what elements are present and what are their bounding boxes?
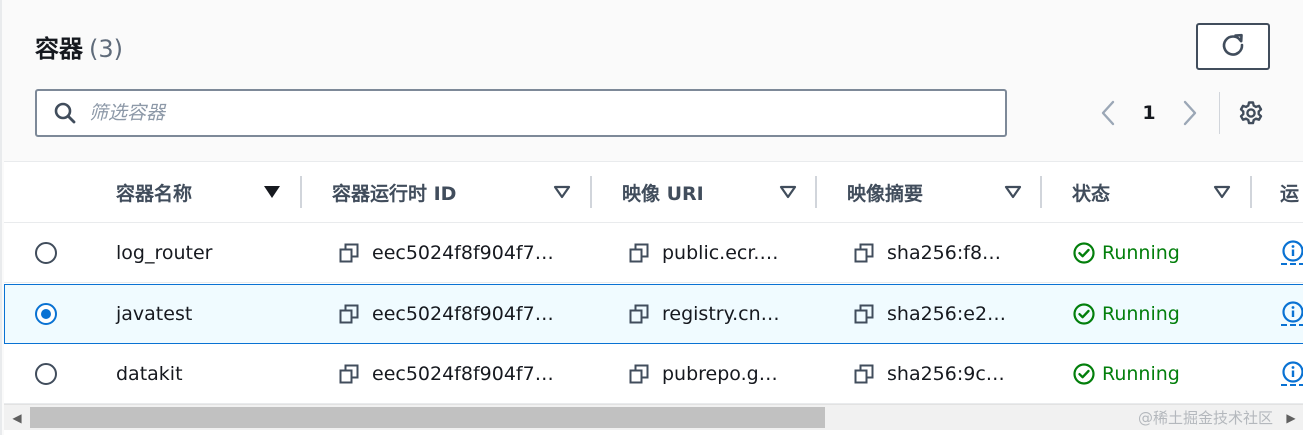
copy-icon[interactable]	[853, 363, 875, 385]
runtime-id-cell: eec5024f8f904f7…	[338, 284, 554, 344]
info-icon[interactable]	[1281, 361, 1303, 386]
copy-icon[interactable]	[338, 303, 360, 325]
sort-icon[interactable]	[552, 182, 572, 202]
column-resizer[interactable]	[590, 176, 592, 208]
status-text: Running	[1102, 303, 1180, 325]
check-circle-icon	[1072, 302, 1096, 326]
info-cell	[1281, 344, 1303, 404]
refresh-icon	[1220, 32, 1246, 62]
pagination: 1	[1094, 96, 1204, 130]
pagination-divider	[1219, 92, 1220, 134]
search-icon	[53, 101, 77, 125]
column-header-name[interactable]: 容器名称	[116, 162, 280, 223]
column-label: 容器名称	[116, 183, 193, 205]
container-name: log_router	[116, 242, 213, 264]
copy-icon[interactable]	[338, 242, 360, 264]
column-label: 映像摘要	[847, 183, 924, 205]
sort-icon[interactable]	[1212, 182, 1232, 202]
copy-icon[interactable]	[338, 363, 360, 385]
status-text: Running	[1102, 242, 1180, 264]
column-resizer[interactable]	[1250, 176, 1252, 208]
digest-cell: sha256:e2…	[853, 284, 1006, 344]
check-circle-icon	[1072, 241, 1096, 265]
status-cell: Running	[1072, 344, 1180, 404]
image-uri-text: pubrepo.g…	[662, 363, 778, 385]
column-label: 容器运行时 ID	[332, 183, 457, 205]
column-header-status[interactable]: 状态	[1072, 162, 1231, 223]
table-row[interactable]: log_router eec5024f8f904f7… public.ecr.……	[4, 223, 1303, 283]
row-radio[interactable]	[35, 363, 57, 385]
containers-table: 容器名称 容器运行时 ID 映像 URI 映像摘要 状态 运 log_route…	[4, 161, 1303, 435]
row-radio[interactable]	[35, 242, 57, 264]
column-header-image-uri[interactable]: 映像 URI	[622, 162, 797, 223]
column-header-digest[interactable]: 映像摘要	[847, 162, 1022, 223]
table-row-selected[interactable]: javatest eec5024f8f904f7… registry.cn… s…	[4, 284, 1303, 344]
column-resizer[interactable]	[815, 176, 817, 208]
page-number[interactable]: 1	[1122, 102, 1176, 124]
copy-icon[interactable]	[853, 242, 875, 264]
column-resizer[interactable]	[300, 176, 302, 208]
sort-desc-icon[interactable]	[262, 182, 282, 202]
info-icon[interactable]	[1281, 301, 1303, 326]
table-header: 容器名称 容器运行时 ID 映像 URI 映像摘要 状态 运	[4, 162, 1303, 223]
status-cell: Running	[1072, 284, 1180, 344]
digest-cell: sha256:9c…	[853, 344, 1005, 404]
column-header-truncated[interactable]: 运	[1280, 162, 1299, 223]
runtime-id-text: eec5024f8f904f7…	[372, 303, 554, 325]
scroll-left-icon[interactable]: ◀	[6, 405, 28, 431]
filter-search-box[interactable]	[35, 89, 1007, 137]
copy-icon[interactable]	[628, 303, 650, 325]
info-cell	[1281, 223, 1303, 283]
column-resizer[interactable]	[1040, 176, 1042, 208]
digest-text: sha256:f8…	[887, 242, 1002, 264]
filter-input[interactable]	[89, 93, 969, 133]
chevron-left-icon[interactable]	[1094, 96, 1122, 130]
runtime-id-text: eec5024f8f904f7…	[372, 242, 554, 264]
sort-icon[interactable]	[1003, 182, 1023, 202]
runtime-id-cell: eec5024f8f904f7…	[338, 223, 554, 283]
digest-cell: sha256:f8…	[853, 223, 1001, 283]
column-label: 状态	[1072, 183, 1111, 205]
info-icon[interactable]	[1281, 240, 1303, 265]
scrollbar-thumb[interactable]	[30, 407, 825, 428]
containers-panel: 容器(3) 1	[0, 0, 1303, 435]
image-uri-text: registry.cn…	[662, 303, 780, 325]
chevron-right-icon[interactable]	[1176, 96, 1204, 130]
runtime-id-text: eec5024f8f904f7…	[372, 363, 554, 385]
check-circle-icon	[1072, 362, 1096, 386]
info-cell	[1281, 284, 1303, 344]
table-row[interactable]: datakit eec5024f8f904f7… pubrepo.g… sha2…	[4, 344, 1303, 404]
title-text: 容器	[35, 35, 83, 63]
row-radio-checked[interactable]	[35, 303, 57, 325]
container-name: datakit	[116, 363, 183, 385]
copy-icon[interactable]	[628, 363, 650, 385]
horizontal-scrollbar[interactable]: ◀ ▶	[4, 404, 1303, 430]
image-uri-cell: public.ecr.…	[628, 223, 778, 283]
runtime-id-cell: eec5024f8f904f7…	[338, 344, 554, 404]
column-header-runtime-id[interactable]: 容器运行时 ID	[332, 162, 571, 223]
copy-icon[interactable]	[628, 242, 650, 264]
sort-icon[interactable]	[778, 182, 798, 202]
container-name: javatest	[116, 303, 193, 325]
scroll-right-icon[interactable]: ▶	[1280, 405, 1302, 431]
page-title: 容器 (3)	[35, 29, 123, 64]
gear-icon[interactable]	[1236, 98, 1266, 128]
column-label: 映像 URI	[622, 183, 704, 205]
image-uri-text: public.ecr.…	[662, 242, 779, 264]
column-label: 运	[1280, 183, 1300, 205]
image-uri-cell: registry.cn…	[628, 284, 780, 344]
status-text: Running	[1102, 363, 1180, 385]
digest-text: sha256:e2…	[887, 303, 1007, 325]
watermark: @稀土掘金技术社区	[1138, 409, 1274, 427]
status-cell: Running	[1072, 223, 1180, 283]
image-uri-cell: pubrepo.g…	[628, 344, 778, 404]
title-count: (3)	[89, 35, 123, 63]
digest-text: sha256:9c…	[887, 363, 1005, 385]
refresh-button[interactable]	[1196, 23, 1270, 70]
copy-icon[interactable]	[853, 303, 875, 325]
